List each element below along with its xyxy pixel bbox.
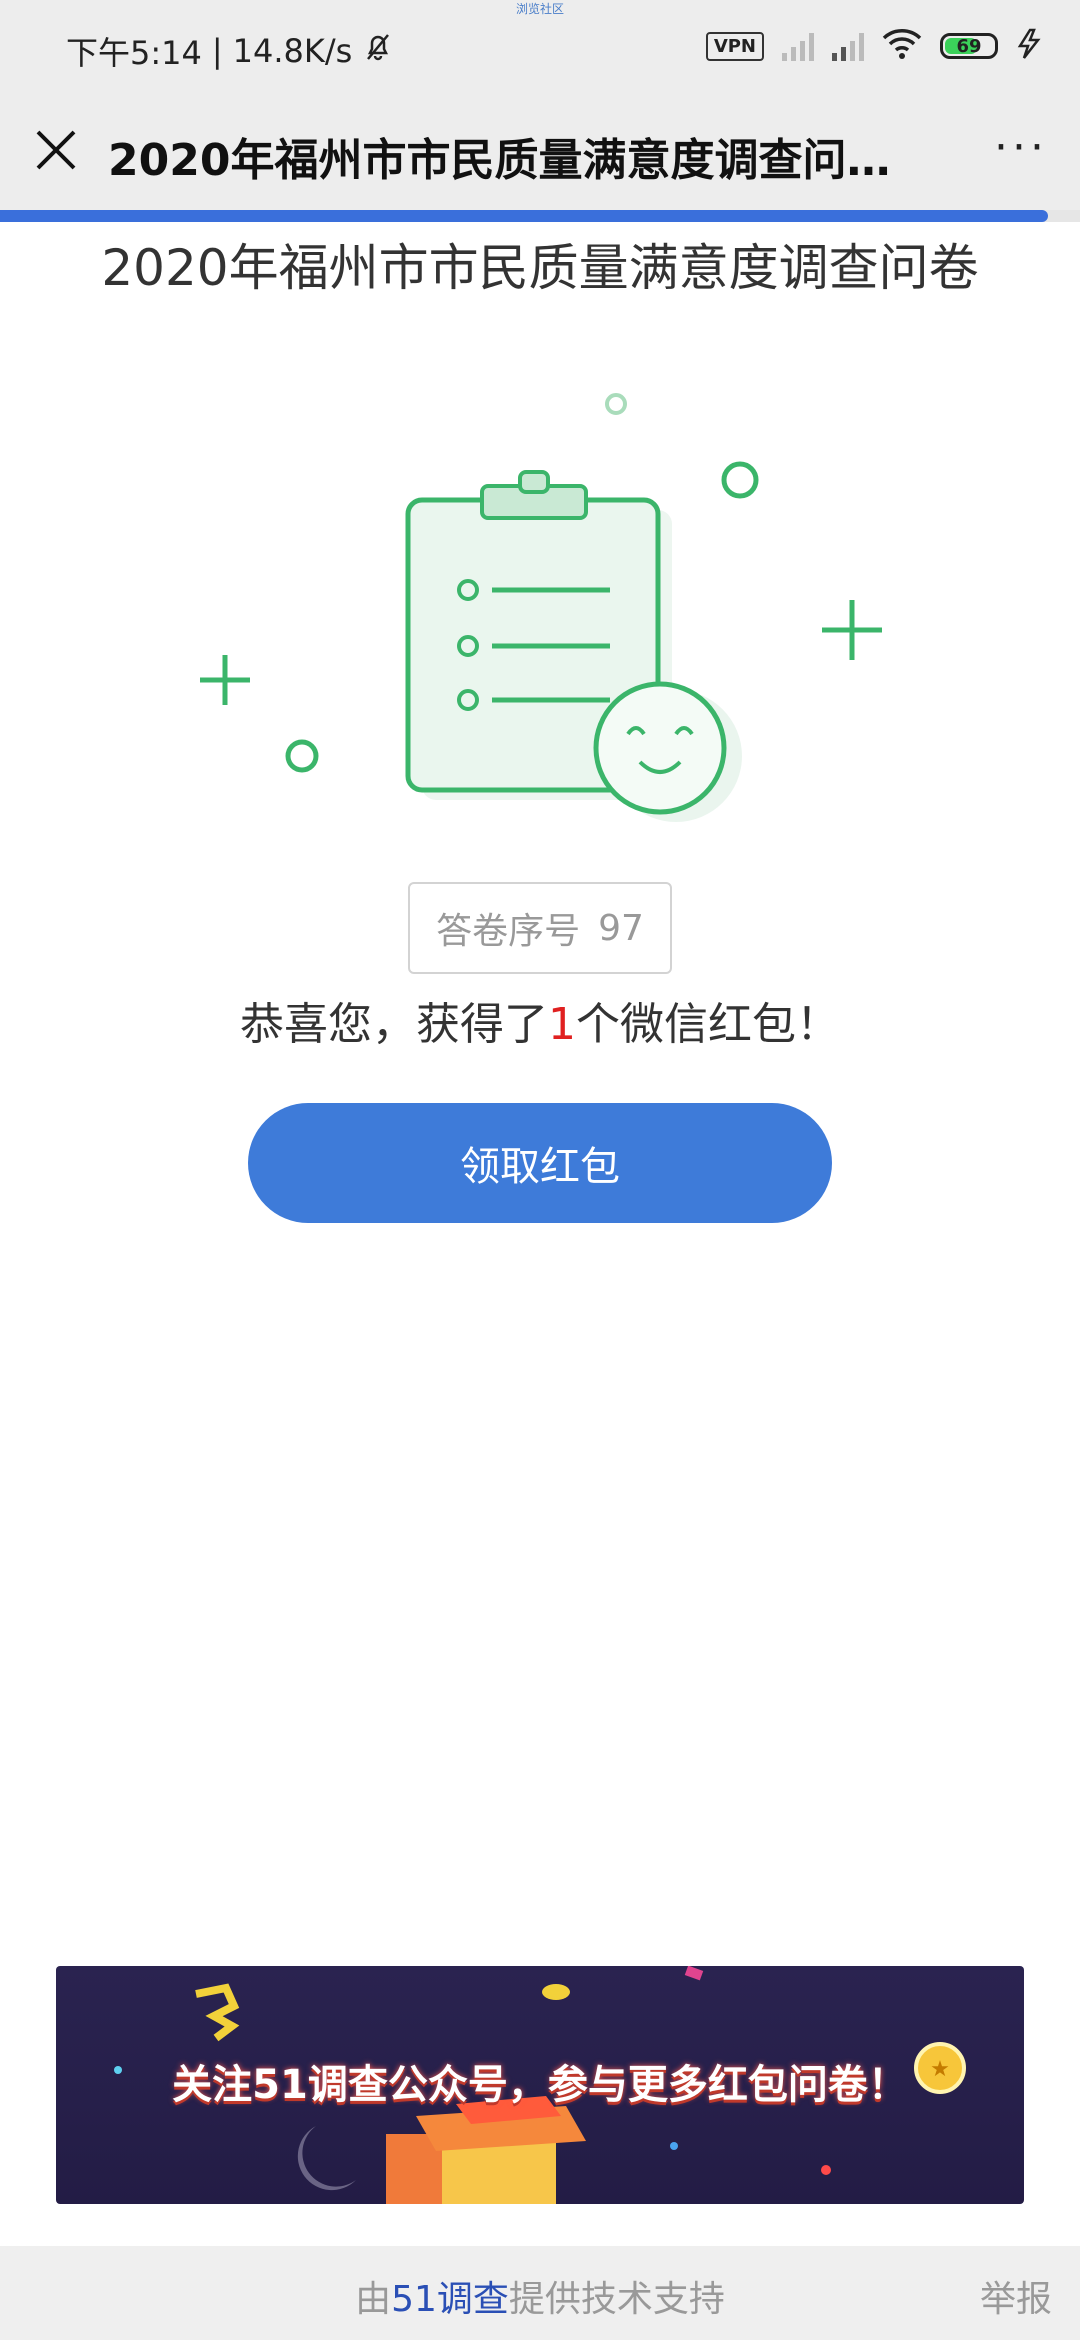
status-top-label: 浏览社区 xyxy=(515,2,564,16)
signal-icon xyxy=(782,31,814,61)
signal-icon-2 xyxy=(832,31,864,61)
serial-number: 97 xyxy=(598,907,644,949)
congrats-message: 恭喜您，获得了1个微信红包！ xyxy=(0,988,1080,1052)
vpn-badge: VPN xyxy=(705,31,764,61)
footer-credit: 由51调查提供技术支持 xyxy=(0,2270,1080,2322)
status-net-speed: 14.8K/s xyxy=(232,32,353,70)
status-separator: | xyxy=(211,32,223,70)
nav-title: 2020年福州市市民质量满意度调查问… xyxy=(108,135,891,186)
decor-circle-icon xyxy=(605,393,627,415)
status-left: 下午5:14 | 14.8K/s xyxy=(66,28,394,74)
close-icon[interactable] xyxy=(32,126,80,174)
progress-bar xyxy=(0,210,1080,222)
decor-circle-icon xyxy=(721,461,759,499)
decor-circle-icon xyxy=(285,739,319,773)
follow-banner[interactable]: ★ 关注51调查公众号，参与更多红包问卷！ xyxy=(56,1966,1024,2204)
congrats-count: 1 xyxy=(548,999,576,1050)
wifi-icon xyxy=(882,28,922,64)
status-bar: 浏览社区 下午5:14 | 14.8K/s VPN 69 xyxy=(0,0,1080,100)
smiley-face-icon xyxy=(593,681,742,822)
footer-prefix: 由 xyxy=(355,2279,392,2320)
congrats-suffix: 个微信红包！ xyxy=(576,999,840,1050)
status-time: 下午5:14 xyxy=(66,34,202,72)
plus-icon xyxy=(822,600,882,660)
nav-bar: 2020年福州市市民质量满意度调查问… ··· xyxy=(0,100,1080,210)
clipboard-illustration xyxy=(180,370,900,840)
page-title: 2020年福州市市民质量满意度调查问卷 xyxy=(101,239,979,297)
battery-icon: 69 xyxy=(940,33,998,59)
bell-off-icon xyxy=(362,31,394,71)
serial-label: 答卷序号 xyxy=(436,911,581,952)
footer-suffix: 提供技术支持 xyxy=(508,2279,725,2320)
brand-link[interactable]: 51调查 xyxy=(391,2279,509,2320)
footer: 由51调查提供技术支持 举报 xyxy=(0,2246,1080,2340)
answer-serial-box: 答卷序号 97 xyxy=(408,882,672,974)
claim-red-packet-button[interactable]: 领取红包 xyxy=(248,1103,832,1223)
banner-text: 关注51调查公众号，参与更多红包问卷！ xyxy=(172,2062,908,2108)
status-right: VPN 69 xyxy=(705,28,1044,64)
progress-fill xyxy=(0,210,1048,222)
more-options-icon[interactable]: ··· xyxy=(994,126,1048,170)
congrats-prefix: 恭喜您，获得了 xyxy=(240,999,548,1050)
charging-icon xyxy=(1016,28,1044,64)
plus-icon xyxy=(200,655,250,705)
gift-box-icon xyxy=(386,2096,586,2204)
moon-icon xyxy=(297,2126,356,2191)
report-link[interactable]: 举报 xyxy=(980,2270,1052,2322)
